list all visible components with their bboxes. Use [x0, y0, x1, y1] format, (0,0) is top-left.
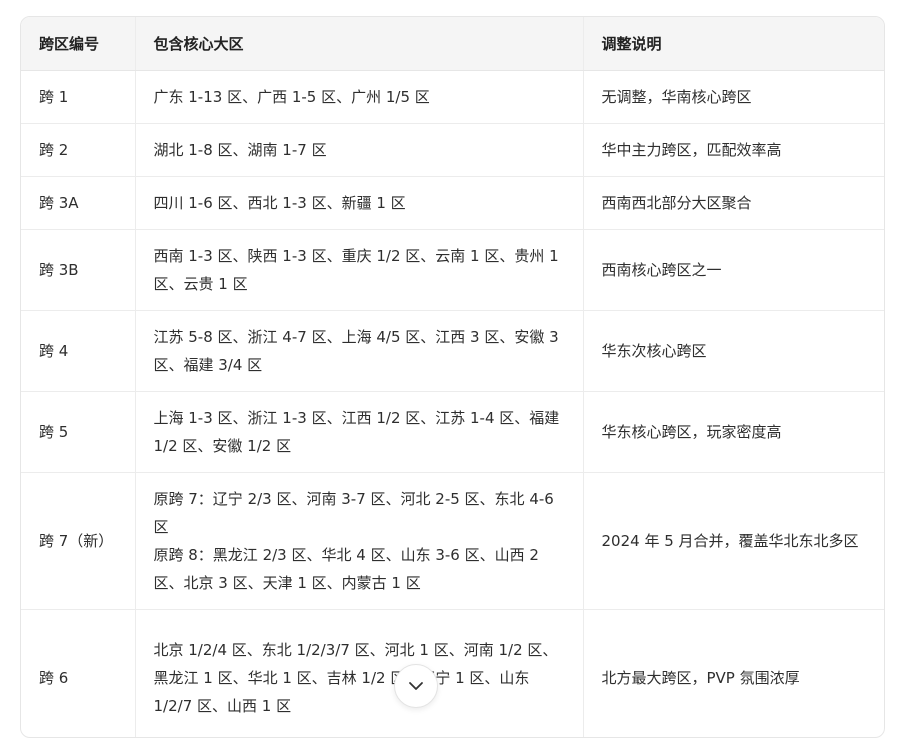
- cell-cross-id: 跨 2: [21, 124, 135, 177]
- cell-regions: 原跨 7：辽宁 2/3 区、河南 3-7 区、河北 2-5 区、东北 4-6 区…: [135, 473, 583, 610]
- cell-note: 无调整，华南核心跨区: [583, 71, 884, 124]
- cell-note: 华东次核心跨区: [583, 311, 884, 392]
- table-row: 跨 5 上海 1-3 区、浙江 1-3 区、江西 1/2 区、江苏 1-4 区、…: [21, 392, 884, 473]
- cell-note: 西南核心跨区之一: [583, 230, 884, 311]
- cell-cross-id: 跨 7（新）: [21, 473, 135, 610]
- region-line: 原跨 8：黑龙江 2/3 区、华北 4 区、山东 3-6 区、山西 2 区、北京…: [154, 541, 565, 597]
- cell-regions: 广东 1-13 区、广西 1-5 区、广州 1/5 区: [135, 71, 583, 124]
- chevron-down-icon: [408, 681, 424, 691]
- region-line: 湖北 1-8 区、湖南 1-7 区: [154, 136, 565, 164]
- region-line: 上海 1-3 区、浙江 1-3 区、江西 1/2 区、江苏 1-4 区、福建 1…: [154, 404, 565, 460]
- header-regions: 包含核心大区: [135, 17, 583, 71]
- header-note: 调整说明: [583, 17, 884, 71]
- region-table-container: 跨区编号 包含核心大区 调整说明 跨 1 广东 1-13 区、广西 1-5 区、…: [20, 16, 885, 738]
- region-line: 原跨 7：辽宁 2/3 区、河南 3-7 区、河北 2-5 区、东北 4-6 区: [154, 485, 565, 541]
- region-line: 北京 1/2/4 区、东北 1/2/3/7 区、河北 1 区、河南 1/2 区、…: [154, 636, 565, 720]
- table-row: 跨 7（新） 原跨 7：辽宁 2/3 区、河南 3-7 区、河北 2-5 区、东…: [21, 473, 884, 610]
- cell-cross-id: 跨 3B: [21, 230, 135, 311]
- cell-regions: 上海 1-3 区、浙江 1-3 区、江西 1/2 区、江苏 1-4 区、福建 1…: [135, 392, 583, 473]
- cell-note: 华中主力跨区，匹配效率高: [583, 124, 884, 177]
- region-line: 广东 1-13 区、广西 1-5 区、广州 1/5 区: [154, 83, 565, 111]
- table-row: 跨 3B 西南 1-3 区、陕西 1-3 区、重庆 1/2 区、云南 1 区、贵…: [21, 230, 884, 311]
- cell-regions: 四川 1-6 区、西北 1-3 区、新疆 1 区: [135, 177, 583, 230]
- table-row: 跨 3A 四川 1-6 区、西北 1-3 区、新疆 1 区 西南西北部分大区聚合: [21, 177, 884, 230]
- cell-regions: 湖北 1-8 区、湖南 1-7 区: [135, 124, 583, 177]
- cell-cross-id: 跨 1: [21, 71, 135, 124]
- cell-regions: 西南 1-3 区、陕西 1-3 区、重庆 1/2 区、云南 1 区、贵州 1 区…: [135, 230, 583, 311]
- header-cross-id: 跨区编号: [21, 17, 135, 71]
- cell-cross-id: 跨 3A: [21, 177, 135, 230]
- cell-note: 北方最大跨区，PVP 氛围浓厚: [583, 610, 884, 738]
- cell-note: 西南西北部分大区聚合: [583, 177, 884, 230]
- table-row: 跨 4 江苏 5-8 区、浙江 4-7 区、上海 4/5 区、江西 3 区、安徽…: [21, 311, 884, 392]
- cell-note: 2024 年 5 月合并，覆盖华北东北多区: [583, 473, 884, 610]
- region-table: 跨区编号 包含核心大区 调整说明 跨 1 广东 1-13 区、广西 1-5 区、…: [21, 17, 884, 738]
- scroll-down-button[interactable]: [394, 664, 438, 708]
- table-header-row: 跨区编号 包含核心大区 调整说明: [21, 17, 884, 71]
- table-row: 跨 2 湖北 1-8 区、湖南 1-7 区 华中主力跨区，匹配效率高: [21, 124, 884, 177]
- cell-regions: 北京 1/2/4 区、东北 1/2/3/7 区、河北 1 区、河南 1/2 区、…: [135, 610, 583, 738]
- region-line: 江苏 5-8 区、浙江 4-7 区、上海 4/5 区、江西 3 区、安徽 3 区…: [154, 323, 565, 379]
- cell-note: 华东核心跨区，玩家密度高: [583, 392, 884, 473]
- cell-cross-id: 跨 5: [21, 392, 135, 473]
- region-line: 西南 1-3 区、陕西 1-3 区、重庆 1/2 区、云南 1 区、贵州 1 区…: [154, 242, 565, 298]
- cell-cross-id: 跨 4: [21, 311, 135, 392]
- cell-cross-id: 跨 6: [21, 610, 135, 738]
- cell-regions: 江苏 5-8 区、浙江 4-7 区、上海 4/5 区、江西 3 区、安徽 3 区…: [135, 311, 583, 392]
- table-row: 跨 6 北京 1/2/4 区、东北 1/2/3/7 区、河北 1 区、河南 1/…: [21, 610, 884, 738]
- table-row: 跨 1 广东 1-13 区、广西 1-5 区、广州 1/5 区 无调整，华南核心…: [21, 71, 884, 124]
- region-line: 四川 1-6 区、西北 1-3 区、新疆 1 区: [154, 189, 565, 217]
